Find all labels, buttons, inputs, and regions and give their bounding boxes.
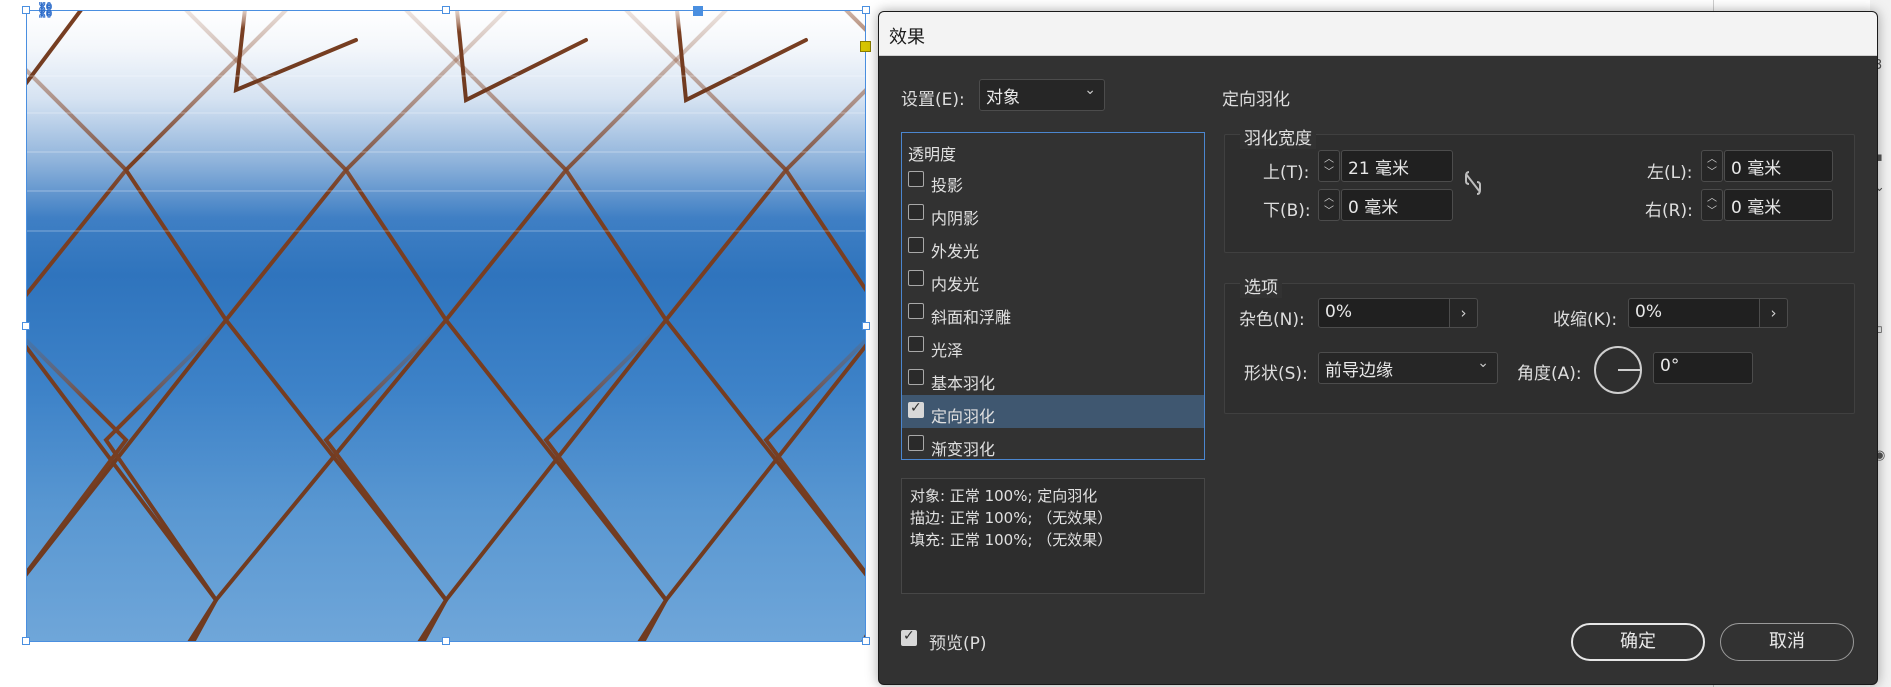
left-field[interactable]: 0 毫米 (1724, 150, 1833, 182)
checkbox[interactable] (908, 435, 924, 451)
settings-value: 对象 (986, 88, 1020, 108)
list-item-label: 基本羽化 (931, 374, 996, 393)
settings-label: 设置(E): (901, 90, 965, 110)
angle-label: 角度(A): (1517, 364, 1582, 384)
checkbox[interactable] (908, 400, 924, 418)
feather-width-title: 羽化宽度 (1240, 124, 1316, 149)
list-item-label: 渐变羽化 (931, 440, 996, 459)
live-corner-anchor[interactable] (860, 41, 871, 52)
ok-button[interactable]: 确定 (1571, 623, 1705, 661)
resize-handle-bottom-center[interactable] (442, 637, 450, 645)
list-item-label: 定向羽化 (931, 407, 996, 426)
checkbox[interactable] (908, 336, 924, 352)
choke-field[interactable]: 0% (1628, 298, 1760, 328)
angle-field[interactable]: 0° (1653, 352, 1753, 384)
list-item-drop-shadow[interactable]: 投影 (902, 164, 1204, 197)
preview-checkbox[interactable] (901, 628, 917, 646)
effects-list[interactable]: 透明度 投影 内阴影 外发光 内发光 斜面和浮雕 光泽 基本羽化 ✓ 定向羽化 … (901, 132, 1205, 460)
list-item-label: 外发光 (931, 242, 980, 261)
checkbox[interactable] (908, 204, 924, 220)
noise-label: 杂色(N): (1239, 310, 1305, 330)
noise-field[interactable]: 0% (1318, 298, 1450, 328)
summary-fill: 填充: 正常 100%; （无效果） (910, 531, 1113, 549)
preview-label[interactable]: 预览(P) (929, 629, 987, 654)
angle-dial[interactable] (1594, 346, 1642, 394)
dialog-titlebar[interactable]: 效果 (879, 12, 1877, 56)
right-field[interactable]: 0 毫米 (1724, 189, 1833, 221)
list-item-gradient-feather[interactable]: 渐变羽化 (902, 428, 1204, 461)
right-label: 右(R): (1645, 201, 1693, 221)
options-title: 选项 (1240, 273, 1282, 298)
bottom-stepper[interactable]: ︿ ﹀ (1318, 189, 1340, 221)
left-stepper[interactable]: ︿ ﹀ (1701, 150, 1723, 182)
shape-label: 形状(S): (1244, 364, 1308, 384)
resize-handle-top-left[interactable] (22, 6, 30, 14)
resize-handle-bottom-left[interactable] (22, 637, 30, 645)
link-icon[interactable]: ⛓ (36, 3, 55, 18)
resize-handle-top-center[interactable] (442, 6, 450, 14)
list-item-label: 斜面和浮雕 (931, 308, 1012, 327)
summary-stroke: 描边: 正常 100%; （无效果） (910, 509, 1113, 527)
list-item-label: 内阴影 (931, 209, 980, 228)
list-item-label: 投影 (931, 176, 964, 195)
list-item-basic-feather[interactable]: 基本羽化 (902, 362, 1204, 395)
top-label: 上(T): (1263, 163, 1310, 183)
resize-handle-bottom-right[interactable] (862, 637, 870, 645)
shape-dropdown[interactable]: 前导边缘 ⌄ (1318, 352, 1498, 384)
effects-header-transparency[interactable]: 透明度 (908, 141, 956, 165)
checkbox[interactable] (908, 237, 924, 253)
resize-handle-middle-left[interactable] (22, 322, 30, 330)
checkbox[interactable] (908, 270, 924, 286)
fence-pattern (26, 10, 866, 641)
resize-handle-top-right[interactable] (862, 6, 870, 14)
list-item-label: 内发光 (931, 275, 980, 294)
cancel-button[interactable]: 取消 (1720, 623, 1854, 661)
choke-label: 收缩(K): (1553, 310, 1618, 330)
resize-handle-middle-right[interactable] (862, 322, 870, 330)
checkbox[interactable] (908, 171, 924, 187)
choke-popup-button[interactable]: › (1760, 298, 1788, 328)
right-stepper[interactable]: ︿ ﹀ (1701, 189, 1723, 221)
section-title: 定向羽化 (1222, 90, 1290, 110)
broken-chain-icon[interactable] (1464, 170, 1482, 196)
checkbox[interactable] (908, 369, 924, 385)
list-item-satin[interactable]: 光泽 (902, 329, 1204, 362)
chain-link-fence-image[interactable] (26, 10, 866, 641)
dialog-title: 效果 (889, 27, 925, 48)
chevron-down-icon: ⌄ (1084, 82, 1096, 98)
left-label: 左(L): (1647, 163, 1693, 183)
list-item-bevel-emboss[interactable]: 斜面和浮雕 (902, 296, 1204, 329)
summary-object: 对象: 正常 100%; 定向羽化 (910, 487, 1098, 505)
settings-dropdown[interactable]: 对象 ⌄ (979, 79, 1105, 111)
chevron-down-icon: ⌄ (1477, 355, 1489, 371)
shape-value: 前导边缘 (1325, 361, 1393, 381)
top-stepper[interactable]: ︿ ﹀ (1318, 150, 1340, 182)
noise-popup-button[interactable]: › (1450, 298, 1478, 328)
effects-summary: 对象: 正常 100%; 定向羽化 描边: 正常 100%; （无效果） 填充:… (901, 478, 1205, 594)
bottom-field[interactable]: 0 毫米 (1341, 189, 1453, 221)
list-item-inner-glow[interactable]: 内发光 (902, 263, 1204, 296)
effects-dialog: 效果 设置(E): 对象 ⌄ 透明度 投影 内阴影 外发光 内发光 斜面和浮雕 (878, 11, 1878, 685)
list-item-directional-feather[interactable]: 定向羽化 (902, 395, 1204, 428)
list-item-inner-shadow[interactable]: 内阴影 (902, 197, 1204, 230)
list-item-label: 光泽 (931, 341, 964, 360)
checkbox[interactable] (908, 303, 924, 319)
list-item-outer-glow[interactable]: 外发光 (902, 230, 1204, 263)
bottom-label: 下(B): (1263, 201, 1311, 221)
top-field[interactable]: 21 毫米 (1341, 150, 1453, 182)
reference-point-handle[interactable] (693, 6, 703, 16)
